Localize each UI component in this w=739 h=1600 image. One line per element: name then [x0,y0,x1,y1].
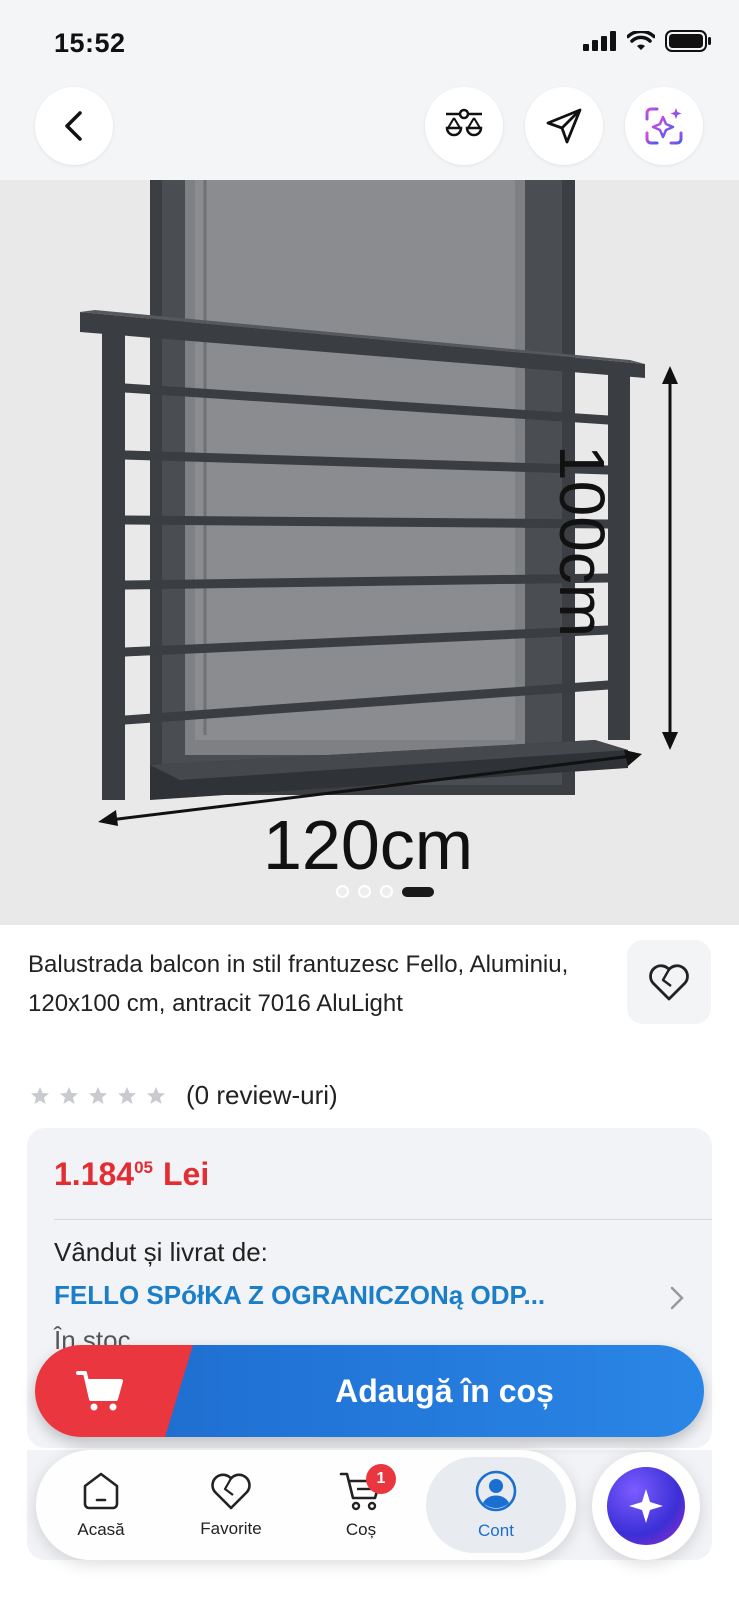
cart-badge: 1 [366,1464,396,1494]
sold-by-label: Vândut și livrat de: [54,1237,268,1267]
rating-stars [30,1086,166,1106]
star-icon [89,1086,107,1104]
bottom-navigation: Acasă Favorite 1 Coș Cont [36,1450,576,1560]
product-page: 15:52 100cm 120cm Balustrada balcon in s… [0,0,739,1600]
compare-scale-icon [445,108,483,137]
carousel-dot[interactable] [379,885,393,898]
cart-icon-section [35,1345,193,1437]
share-button[interactable] [525,87,603,165]
chevron-right-icon[interactable] [669,1285,685,1311]
divider [54,1219,712,1220]
account-icon [475,1470,517,1512]
nav-label-account: Cont [478,1521,514,1540]
add-to-cart-button[interactable]: Adaugă în coș [35,1345,704,1437]
sparkle-icon [629,1489,663,1523]
ai-assistant-button[interactable] [592,1452,700,1560]
heart-icon [211,1473,251,1510]
carousel-dot[interactable] [335,885,349,898]
nav-label-favorites: Favorite [200,1519,262,1538]
review-count[interactable]: (0 review-uri) [186,1080,338,1111]
nav-item-account[interactable]: Cont [426,1457,566,1553]
status-icons [583,30,711,52]
cart-divider [165,1345,193,1437]
back-button[interactable] [35,87,113,165]
compare-button[interactable] [425,87,503,165]
cart-label-section: Adaugă în coș [165,1345,704,1437]
carousel-dots [0,885,739,898]
rating[interactable]: (0 review-uri) [30,1080,338,1111]
price: 1.184 05 Lei [54,1156,209,1193]
product-title: Balustrada balcon in stil frantuzesc Fel… [28,951,569,1017]
ai-scan-icon [645,107,683,145]
chevron-left-icon [65,111,82,141]
star-icon [31,1086,49,1104]
seller-link[interactable]: FELLO SPółKA Z OGRANICZONą ODP... [54,1280,634,1311]
nav-item-home[interactable]: Acasă [36,1450,166,1560]
home-icon [83,1472,119,1510]
star-icon [60,1086,78,1104]
carousel-dot-active[interactable] [401,886,434,897]
status-time: 15:52 [54,28,126,58]
send-icon [546,108,582,144]
price-integer: 1.184 [54,1156,135,1192]
battery-icon [665,30,711,52]
favorite-button[interactable] [627,940,711,1024]
nav-item-cart[interactable]: 1 Coș [296,1450,426,1560]
header-area: 15:52 [0,0,739,180]
star-icon [118,1086,136,1104]
heart-icon [649,964,689,1001]
price-decimals: 05 [134,1158,153,1177]
ai-assistant-orb [607,1467,685,1545]
nav-label-home: Acasă [77,1520,125,1539]
wifi-icon [627,31,655,50]
star-icon [147,1086,165,1104]
nav-item-favorites[interactable]: Favorite [166,1450,296,1560]
carousel-dot[interactable] [357,885,371,898]
cart-icon [76,1371,123,1411]
product-image[interactable]: 100cm 120cm [0,180,739,925]
nav-label-cart: Coș [345,1520,377,1539]
signal-icon [583,31,616,51]
price-currency: Lei [163,1156,210,1192]
add-to-cart-label: Adaugă în coș [335,1372,554,1409]
image-width-label: 120cm [263,806,474,884]
image-height-label: 100cm [546,445,618,638]
visual-search-button[interactable] [625,87,703,165]
